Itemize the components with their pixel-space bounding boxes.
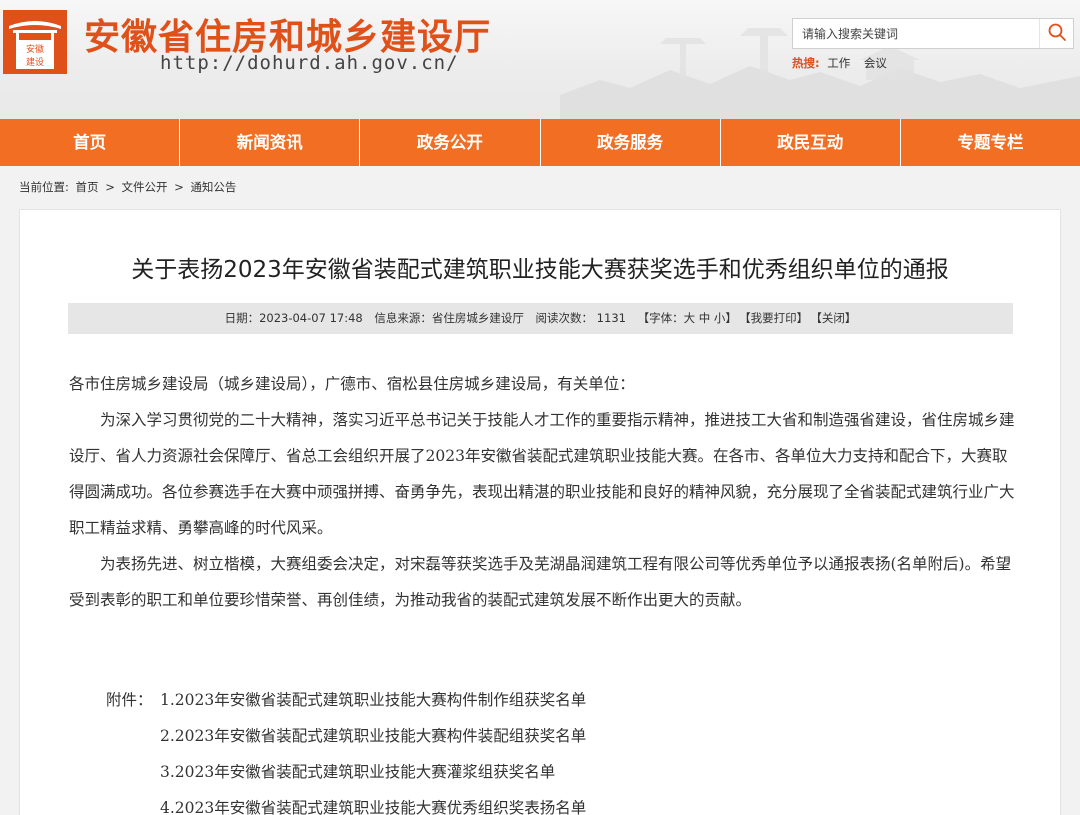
nav-item-news[interactable]: 新闻资讯 [180, 119, 361, 166]
breadcrumb: 当前位置: 首页 > 文件公开 > 通知公告 [19, 179, 239, 195]
nav-item-topics[interactable]: 专题专栏 [901, 119, 1080, 166]
article-container: 关于表扬2023年安徽省装配式建筑职业技能大赛获奖选手和优秀组织单位的通报 日期… [19, 209, 1061, 815]
nav-item-gov-affairs[interactable]: 政务公开 [360, 119, 541, 166]
meta-source: 信息来源：省住房城乡建设厅 [374, 311, 524, 325]
breadcrumb-separator: > [105, 180, 115, 194]
attachments: 附件： 1.2023年安徽省装配式建筑职业技能大赛构件制作组获奖名单 2.2023… [106, 682, 586, 815]
attachments-label: 附件： [106, 691, 153, 709]
meta-date: 日期：2023-04-07 17:48 [224, 311, 363, 325]
hot-search-label: 热搜: [792, 56, 820, 70]
breadcrumb-notices[interactable]: 通知公告 [190, 180, 236, 194]
attachment-item[interactable]: 2.2023年安徽省装配式建筑职业技能大赛构件装配组获奖名单 [160, 727, 586, 745]
search-input[interactable] [793, 19, 1041, 48]
article-title: 关于表扬2023年安徽省装配式建筑职业技能大赛获奖选手和优秀组织单位的通报 [131, 257, 949, 283]
paragraph: 为深入学习贯彻党的二十大精神，落实习近平总书记关于技能人才工作的重要指示精神，推… [69, 411, 1015, 537]
breadcrumb-files[interactable]: 文件公开 [121, 180, 167, 194]
breadcrumb-home[interactable]: 首页 [76, 180, 99, 194]
article-body: 各市住房城乡建设局（城乡建设局），广德市、宿松县住房城乡建设局，有关单位： 为深… [69, 366, 1015, 618]
site-header: 安徽 建设 安徽省住房和城乡建设厅 http://dohurd.ah.gov.c… [0, 0, 1080, 119]
attachment-item[interactable]: 4.2023年安徽省装配式建筑职业技能大赛优秀组织奖表扬名单 [160, 799, 586, 815]
meta-views: 阅读次数： 1131 [535, 311, 626, 325]
nav-item-interaction[interactable]: 政民互动 [721, 119, 901, 166]
font-size-control[interactable]: 【字体：大 中 小】 [638, 311, 737, 325]
nav-item-gov-services[interactable]: 政务服务 [541, 119, 721, 166]
main-nav: 首页 新闻资讯 政务公开 政务服务 政民互动 专题专栏 [0, 119, 1080, 166]
attachment-item[interactable]: 1.2023年安徽省装配式建筑职业技能大赛构件制作组获奖名单 [160, 691, 586, 709]
svg-text:安徽: 安徽 [26, 43, 44, 55]
close-link[interactable]: 【关闭】 [816, 311, 856, 325]
breadcrumb-separator: > [174, 180, 184, 194]
paragraph: 为表扬先进、树立楷模，大赛组委会决定，对宋磊等获奖选手及芜湖晶润建筑工程有限公司… [69, 555, 1012, 609]
article-meta-bar: 日期：2023-04-07 17:48 信息来源：省住房城乡建设厅 阅读次数： … [68, 303, 1013, 334]
search-box [792, 18, 1074, 49]
svg-text:建设: 建设 [26, 56, 44, 68]
greeting: 各市住房城乡建设局（城乡建设局），广德市、宿松县住房城乡建设局，有关单位： [69, 375, 635, 393]
nav-item-home[interactable]: 首页 [0, 119, 181, 166]
hot-search-link[interactable]: 会议 [864, 56, 887, 70]
hot-search: 热搜: 工作 会议 [792, 55, 897, 71]
search-icon [1048, 23, 1066, 41]
breadcrumb-prefix: 当前位置: [19, 180, 69, 194]
site-url: http://dohurd.ah.gov.cn/ [160, 52, 459, 74]
search-button[interactable] [1039, 19, 1073, 48]
site-logo[interactable]: 安徽 建设 [3, 10, 67, 74]
attachment-item[interactable]: 3.2023年安徽省装配式建筑职业技能大赛灌浆组获奖名单 [160, 763, 555, 781]
print-link[interactable]: 【我要打印】 [745, 311, 808, 325]
hot-search-link[interactable]: 工作 [827, 56, 850, 70]
